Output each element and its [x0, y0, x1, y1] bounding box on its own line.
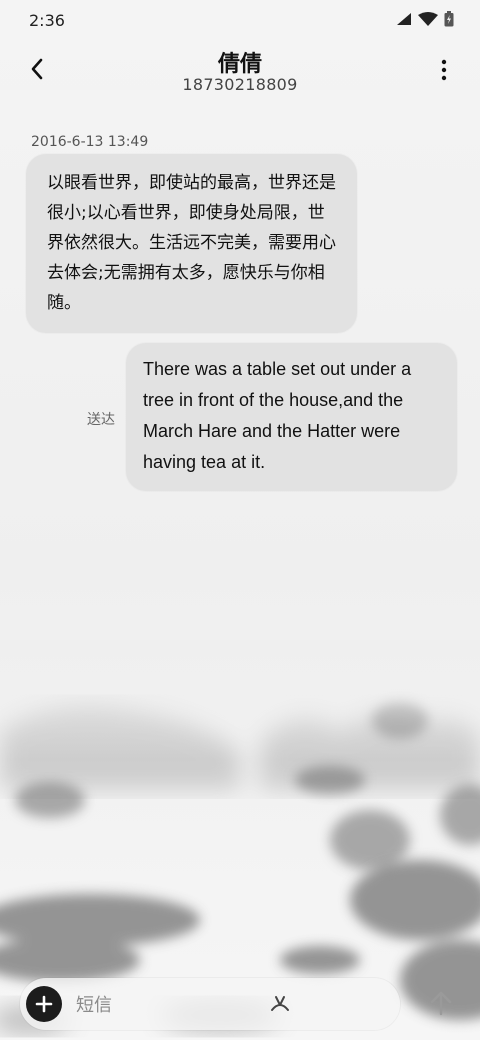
contact-name: 倩倩	[217, 52, 262, 77]
messaging-screen: 2:36 倩倩 18730218809 2016-6-13 13:49 以眼看世…	[0, 0, 480, 1040]
plus-icon	[35, 995, 53, 1013]
emoji-icon[interactable]	[268, 992, 292, 1016]
more-options-button[interactable]	[432, 54, 456, 86]
incoming-message-bubble[interactable]: 以眼看世界，即使站的最高，世界还是很小;以心看世界，即使身处局限，世界依然很大。…	[26, 154, 357, 333]
outgoing-message-text: There was a table set out under a tree i…	[143, 359, 412, 472]
incoming-message-text: 以眼看世界，即使站的最高，世界还是很小;以心看世界，即使身处局限，世界依然很大。…	[47, 173, 336, 313]
wifi-icon	[418, 12, 438, 26]
more-vertical-icon	[441, 59, 447, 81]
send-arrow-icon	[430, 991, 452, 1016]
signal-icon	[397, 13, 411, 25]
message-timestamp: 2016-6-13 13:49	[31, 134, 149, 150]
compose-bar: 短信	[20, 978, 400, 1030]
delivery-status: 送达	[87, 412, 115, 428]
message-input[interactable]: 短信	[76, 991, 112, 1017]
status-icons	[396, 11, 454, 27]
contact-phone-number: 18730218809	[182, 75, 298, 94]
battery-icon	[444, 11, 454, 27]
status-time: 2:36	[29, 11, 65, 30]
outgoing-message-bubble[interactable]: There was a table set out under a tree i…	[126, 343, 457, 491]
add-attachment-button[interactable]	[26, 986, 62, 1022]
conversation-header: 倩倩 18730218809	[0, 40, 480, 106]
send-button[interactable]	[426, 986, 456, 1020]
status-bar: 2:36	[0, 0, 480, 40]
